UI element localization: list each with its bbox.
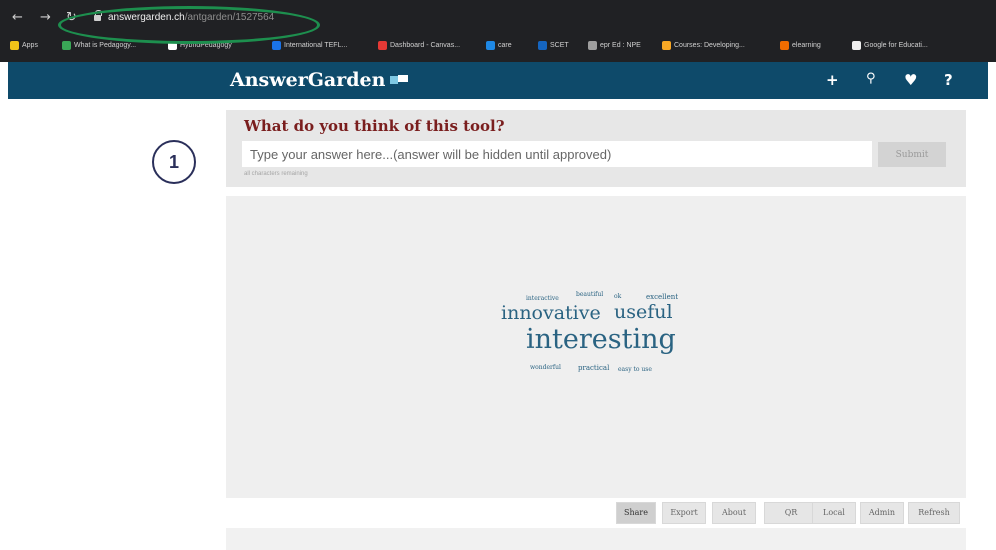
answer-input[interactable] — [242, 141, 872, 167]
bookmark-favicon-icon — [662, 41, 671, 50]
bookmark-favicon-icon — [10, 41, 19, 50]
bookmark-label: Apps — [22, 42, 38, 49]
bookmark-item[interactable]: Courses: Developing... — [662, 41, 745, 50]
flag-icon — [390, 75, 408, 84]
bookmark-item[interactable]: What is Pedagogy... — [62, 41, 136, 50]
local-button[interactable]: Local — [812, 502, 856, 524]
garden-toolbar: Share Export About QR Local Admin Refres… — [226, 502, 966, 526]
refresh-button[interactable]: Refresh — [908, 502, 960, 524]
bookmark-item[interactable]: Apps — [10, 41, 38, 50]
bookmark-favicon-icon — [62, 41, 71, 50]
bookmark-label: Courses: Developing... — [674, 42, 745, 49]
cloud-word: useful — [614, 301, 673, 323]
app-logo[interactable]: AnswerGarden — [230, 69, 385, 91]
bookmark-favicon-icon — [378, 41, 387, 50]
bookmark-favicon-icon — [272, 41, 281, 50]
forward-icon[interactable]: → — [40, 10, 51, 25]
cloud-word: interactive — [526, 295, 559, 302]
question-title: What do you think of this tool? — [244, 117, 505, 135]
bookmark-label: What is Pedagogy... — [74, 42, 137, 49]
url-highlight-circle — [58, 6, 320, 44]
qr-button[interactable]: QR — [764, 502, 818, 524]
bookmark-favicon-icon — [588, 41, 597, 50]
char-count-note: all characters remaining — [244, 171, 308, 177]
cloud-word: excellent — [646, 293, 679, 301]
bookmark-item[interactable]: care — [486, 41, 512, 50]
bookmark-item[interactable]: elearning — [780, 41, 821, 50]
footer-strip — [226, 528, 966, 550]
bookmark-label: Dashboard - Canvas... — [390, 42, 461, 49]
cloud-word: innovative — [501, 302, 601, 324]
heart-icon[interactable]: ♥ — [904, 71, 917, 89]
search-icon[interactable]: ⚲ — [866, 71, 876, 86]
question-card: What do you think of this tool? Submit a… — [226, 110, 966, 187]
word-cloud: interactive beautiful ok excellent innov… — [226, 196, 966, 498]
step-marker: 1 — [152, 140, 196, 184]
back-icon[interactable]: ← — [12, 10, 23, 25]
export-button[interactable]: Export — [662, 502, 706, 524]
cloud-word: beautiful — [576, 291, 604, 298]
bookmark-favicon-icon — [486, 41, 495, 50]
admin-button[interactable]: Admin — [860, 502, 904, 524]
bookmark-favicon-icon — [852, 41, 861, 50]
app-header: AnswerGarden + ⚲ ♥ ? — [8, 62, 988, 99]
cloud-word: practical — [578, 364, 610, 372]
bookmark-item[interactable]: International TEFL... — [272, 41, 347, 50]
bookmark-item[interactable]: Dashboard - Canvas... — [378, 41, 460, 50]
bookmark-label: epr Ed : NPE — [600, 42, 641, 49]
cloud-word: wonderful — [530, 364, 561, 371]
bookmark-label: Google for Educati... — [864, 42, 928, 49]
bookmark-favicon-icon — [538, 41, 547, 50]
cloud-word: ok — [614, 293, 622, 300]
bookmark-label: International TEFL... — [284, 42, 348, 49]
submit-button[interactable]: Submit — [878, 142, 946, 167]
about-button[interactable]: About — [712, 502, 756, 524]
bookmark-label: care — [498, 42, 512, 49]
cloud-word: interesting — [526, 324, 676, 355]
bookmark-item[interactable]: Google for Educati... — [852, 41, 928, 50]
help-icon[interactable]: ? — [944, 71, 953, 89]
bookmark-favicon-icon — [780, 41, 789, 50]
cloud-word: easy to use — [618, 366, 652, 373]
bookmark-label: SCET — [550, 42, 569, 49]
bookmark-label: elearning — [792, 42, 821, 49]
share-button[interactable]: Share — [616, 502, 656, 524]
plus-icon[interactable]: + — [826, 71, 839, 89]
bookmark-item[interactable]: SCET — [538, 41, 569, 50]
bookmark-item[interactable]: epr Ed : NPE — [588, 41, 641, 50]
